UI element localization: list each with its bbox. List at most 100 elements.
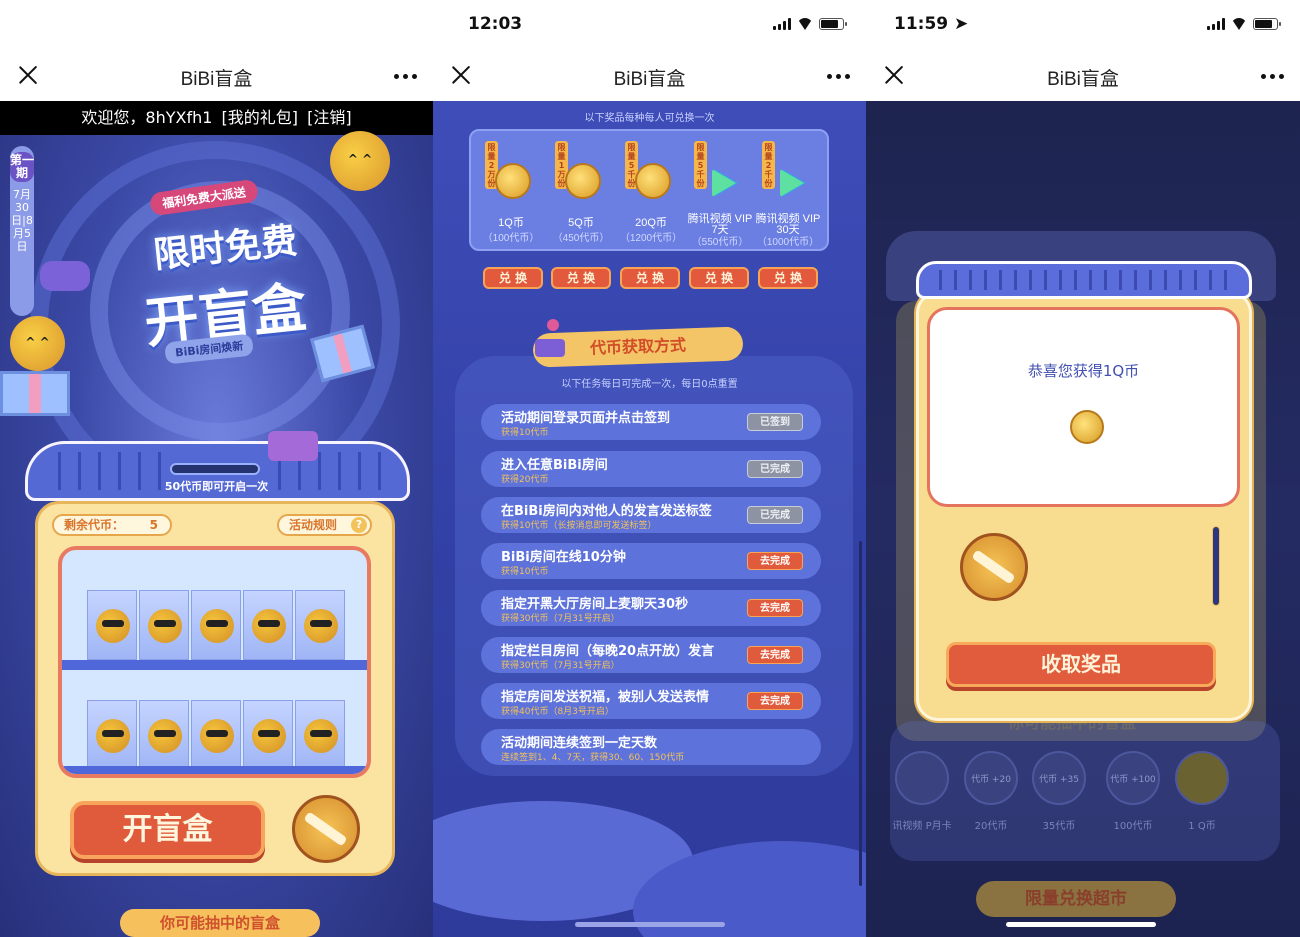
my-gifts-link[interactable]: [我的礼包] xyxy=(222,108,299,127)
task-item: 活动期间连续签到一定天数 连续签到1、4、7天，获得30、60、150代币 xyxy=(481,729,821,765)
period-badge: 第一期 7月30日|8月5日 xyxy=(10,146,34,316)
bee-mascot-icon xyxy=(10,316,65,371)
open-box-button[interactable]: 开盲盒 xyxy=(70,801,265,859)
exchange-button[interactable]: 兑 换 xyxy=(689,267,749,289)
dimmed-reward: 代币 +20 20代币 xyxy=(961,751,1021,832)
modal-roof xyxy=(916,261,1252,299)
period-dates: 7月30日|8月5日 xyxy=(11,188,33,253)
dimmed-reward: 1 Q币 xyxy=(1172,751,1232,832)
blind-box xyxy=(87,700,137,770)
more-icon[interactable] xyxy=(827,74,850,79)
reward-label: 100代币 xyxy=(1113,821,1153,832)
go-complete-button[interactable]: 去完成 xyxy=(747,692,803,710)
more-icon[interactable] xyxy=(394,74,417,79)
welcome-greeting: 欢迎您，8hYXfh1 xyxy=(81,108,213,127)
reward-label: 35代币 xyxy=(1042,821,1076,832)
reward-badge: 代币 +35 xyxy=(1032,751,1086,805)
machine-note: 50代币即可开启一次 xyxy=(164,480,269,493)
task-item: 在BiBi房间内对他人的发言发送标签 获得10代币（长按消息即可发送标签） 已完… xyxy=(481,497,821,533)
blind-box-display xyxy=(58,546,371,778)
joystick-icon xyxy=(535,319,565,359)
reward-message: 恭喜您获得1Q币 xyxy=(1027,362,1140,380)
prize-name: 20Q币 xyxy=(635,217,667,229)
rules-label: 活动规则 xyxy=(289,518,338,532)
nav-bar: BiBi盲盒 xyxy=(0,50,433,101)
gamepad-icon xyxy=(40,261,90,291)
reward-badge: 代币 +20 xyxy=(964,751,1018,805)
task-status-button: 已完成 xyxy=(747,460,803,478)
go-complete-button[interactable]: 去完成 xyxy=(747,646,803,664)
panel-reward-modal: 11:59 ➤ BiBi盲盒 你可能抽中的盲盒 讯视频 P月卡 代币 +20 20… xyxy=(866,0,1300,937)
prize-item: 限量5千份 20Q币 （1200代币） xyxy=(617,141,685,251)
task-title: 指定房间发送祝福，被别人发送表情 xyxy=(501,690,710,705)
bee-mascot-icon xyxy=(330,131,390,191)
machine-knob-icon xyxy=(292,795,360,863)
reward-label: 20代币 xyxy=(974,821,1008,832)
nav-bar: BiBi盲盒 xyxy=(866,50,1300,101)
status-time: 12:03 xyxy=(468,14,523,34)
wifi-icon xyxy=(797,18,813,30)
exchange-button[interactable]: 兑 换 xyxy=(551,267,611,289)
status-bar: 12:03 xyxy=(433,0,866,50)
reward-label: 1 Q币 xyxy=(1188,821,1216,832)
prize-item: 限量5千份 腾讯视频 VIP 7天 （550代币） xyxy=(686,141,754,251)
collect-prize-button[interactable]: 收取奖品 xyxy=(946,642,1216,687)
coin-slot xyxy=(1212,526,1220,606)
task-item: 指定栏目房间（每晚20点开放）发言 获得30代币（7月31号开启） 去完成 xyxy=(481,637,821,673)
prize-item: 限量2千份 腾讯视频 VIP 30天 （1000代币） xyxy=(754,141,822,251)
rules-button[interactable]: 活动规则 ? xyxy=(277,514,372,536)
reward-label: 讯视频 P月卡 xyxy=(892,821,952,832)
task-note: 以下任务每日可完成一次，每日0点重置 xyxy=(561,379,738,390)
prize-price: （100代币） xyxy=(482,233,540,244)
task-title: 活动期间连续签到一定天数 xyxy=(501,736,658,751)
page-title: BiBi盲盒 xyxy=(1047,69,1119,90)
scrollbar[interactable] xyxy=(859,541,862,886)
logout-link[interactable]: [注销] xyxy=(307,108,352,127)
task-item: BiBi房间在线10分钟 获得10代币 去完成 xyxy=(481,543,821,579)
home-content: 欢迎您，8hYXfh1 [我的礼包] [注销] 第一期 7月30日|8月5日 福… xyxy=(0,101,433,937)
modal-content: 你可能抽中的盲盒 讯视频 P月卡 代币 +20 20代币 代币 +35 35代币 代… xyxy=(866,101,1300,937)
prize-limit: 限量5千份 xyxy=(694,141,707,189)
go-complete-button[interactable]: 去完成 xyxy=(747,552,803,570)
prize-price: （1200代币） xyxy=(619,233,683,244)
task-reward: 获得10代币（长按消息即可发送标签） xyxy=(501,521,657,531)
exchange-button[interactable]: 兑 换 xyxy=(483,267,543,289)
task-reward: 连续签到1、4、7天，获得30、60、150代币 xyxy=(501,753,685,763)
reward-badge xyxy=(895,751,949,805)
dimmed-reward: 代币 +35 35代币 xyxy=(1029,751,1089,832)
blind-box xyxy=(295,700,345,770)
coins-label: 剩余代币： xyxy=(64,518,125,532)
prize-item: 限量2万份 1Q币 （100代币） xyxy=(477,141,545,251)
exchange-button[interactable]: 兑 换 xyxy=(620,267,680,289)
task-status-button: 已签到 xyxy=(747,413,803,431)
page-title: BiBi盲盒 xyxy=(180,69,253,90)
home-indicator xyxy=(575,922,725,927)
status-icons xyxy=(773,18,847,30)
blind-box xyxy=(295,590,345,660)
task-title: 活动期间登录页面并点击签到 xyxy=(501,411,671,426)
panel-home: BiBi盲盒 欢迎您，8hYXfh1 [我的礼包] [注销] 第一期 7月30日… xyxy=(0,0,433,937)
tencent-video-icon xyxy=(712,169,748,205)
period-label: 第一期 xyxy=(10,152,35,182)
coin-slot xyxy=(170,463,260,475)
task-title: 指定开黑大厅房间上麦聊天30秒 xyxy=(501,597,689,612)
prize-name: 腾讯视频 VIP 30天 xyxy=(755,213,821,236)
go-complete-button[interactable]: 去完成 xyxy=(747,599,803,617)
exchange-button[interactable]: 兑 换 xyxy=(758,267,818,289)
signal-icon xyxy=(1207,18,1225,30)
status-icons xyxy=(1207,18,1281,30)
task-title: 进入任意BiBi房间 xyxy=(501,458,608,473)
task-item: 进入任意BiBi房间 获得20代币 已完成 xyxy=(481,451,821,487)
coins-value: 5 xyxy=(149,518,158,532)
dimmed-reward: 代币 +100 100代币 xyxy=(1103,751,1163,832)
prize-limit: 限量2千份 xyxy=(762,141,775,189)
task-title: 在BiBi房间内对他人的发言发送标签 xyxy=(501,504,712,519)
tasks-content: 以下奖品每种每人可兑换一次 限量2万份 1Q币 （100代币） 限量1万份 5Q… xyxy=(433,101,866,937)
blind-box xyxy=(243,590,293,660)
q-coin-icon xyxy=(495,163,531,199)
more-icon[interactable] xyxy=(1261,74,1284,79)
prize-name: 腾讯视频 VIP 7天 xyxy=(687,213,753,236)
task-item: 指定房间发送祝福，被别人发送表情 获得40代币（8月3号开启） 去完成 xyxy=(481,683,821,719)
battery-icon xyxy=(819,18,847,30)
status-bar xyxy=(0,0,433,50)
